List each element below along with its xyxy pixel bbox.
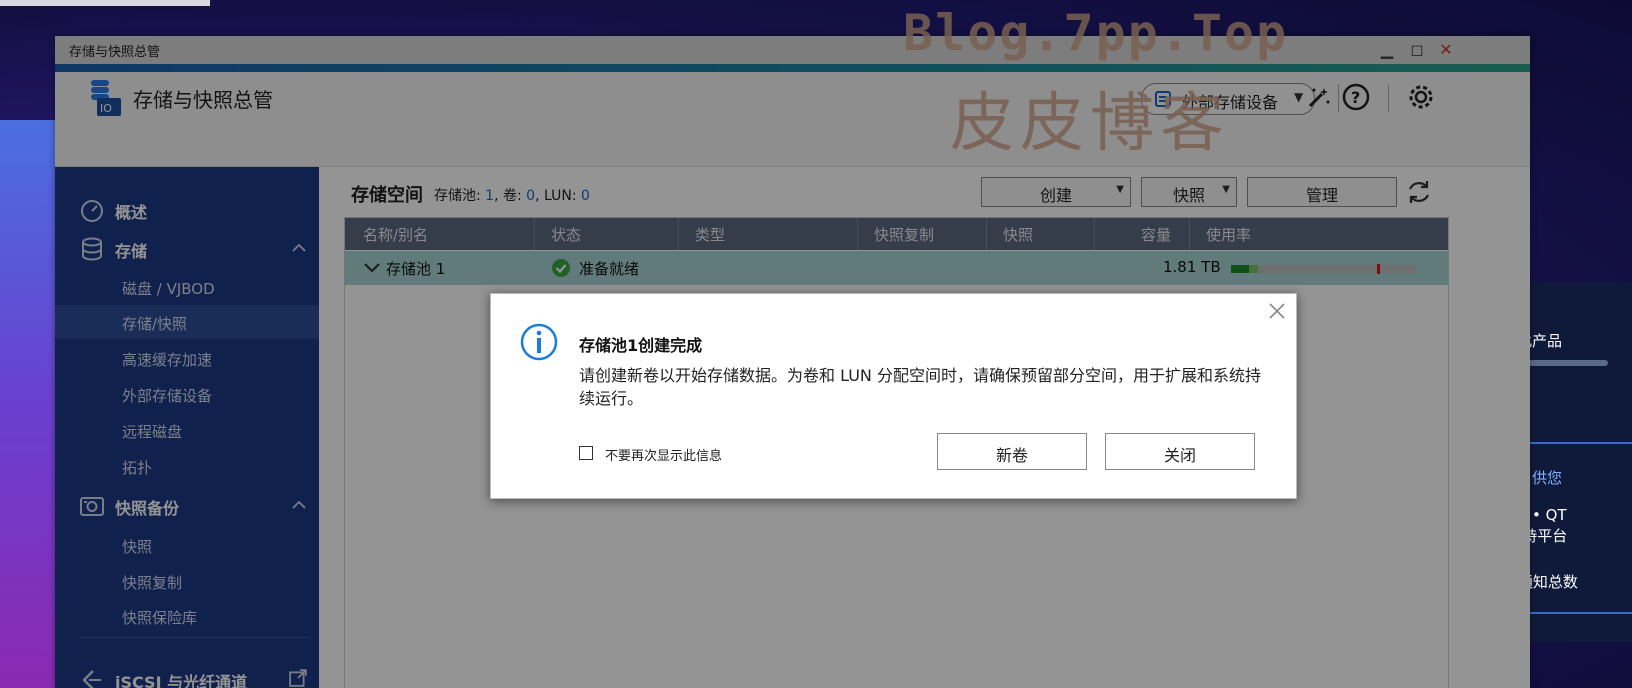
dont-show-again-label[interactable]: 不要再次显示此信息 [605,445,722,464]
watermark-text: Blog.7pp.Top [903,4,1289,62]
dialog-message: 请创建新卷以开始存储数据。为卷和 LUN 分配空间时，请确保预留部分空间，用于扩… [579,366,1261,408]
bg-line [1528,442,1632,444]
info-icon [520,323,558,361]
background-window: 始使用此产品 的资源，供您 下各项：• QT desk支持平台 (通知总数 [1472,282,1632,642]
close-icon[interactable] [1268,302,1286,320]
dont-show-again-checkbox[interactable] [579,446,593,460]
desktop-taskbar-strip [0,0,210,6]
desktop-wallpaper-shape [0,120,60,688]
bg-bar [1518,360,1608,366]
bg-line [1528,612,1632,614]
close-dialog-button[interactable]: 关闭 [1105,433,1255,470]
dialog-title: 存储池1创建完成 [579,336,703,355]
new-volume-button[interactable]: 新卷 [937,433,1087,470]
watermark-text: 皮皮博客 [950,87,1230,161]
new-volume-label: 新卷 [995,446,1028,465]
info-dialog: 存储池1创建完成 请创建新卷以开始存储数据。为卷和 LUN 分配空间时，请确保预… [490,293,1297,499]
close-dialog-label: 关闭 [1163,446,1196,465]
